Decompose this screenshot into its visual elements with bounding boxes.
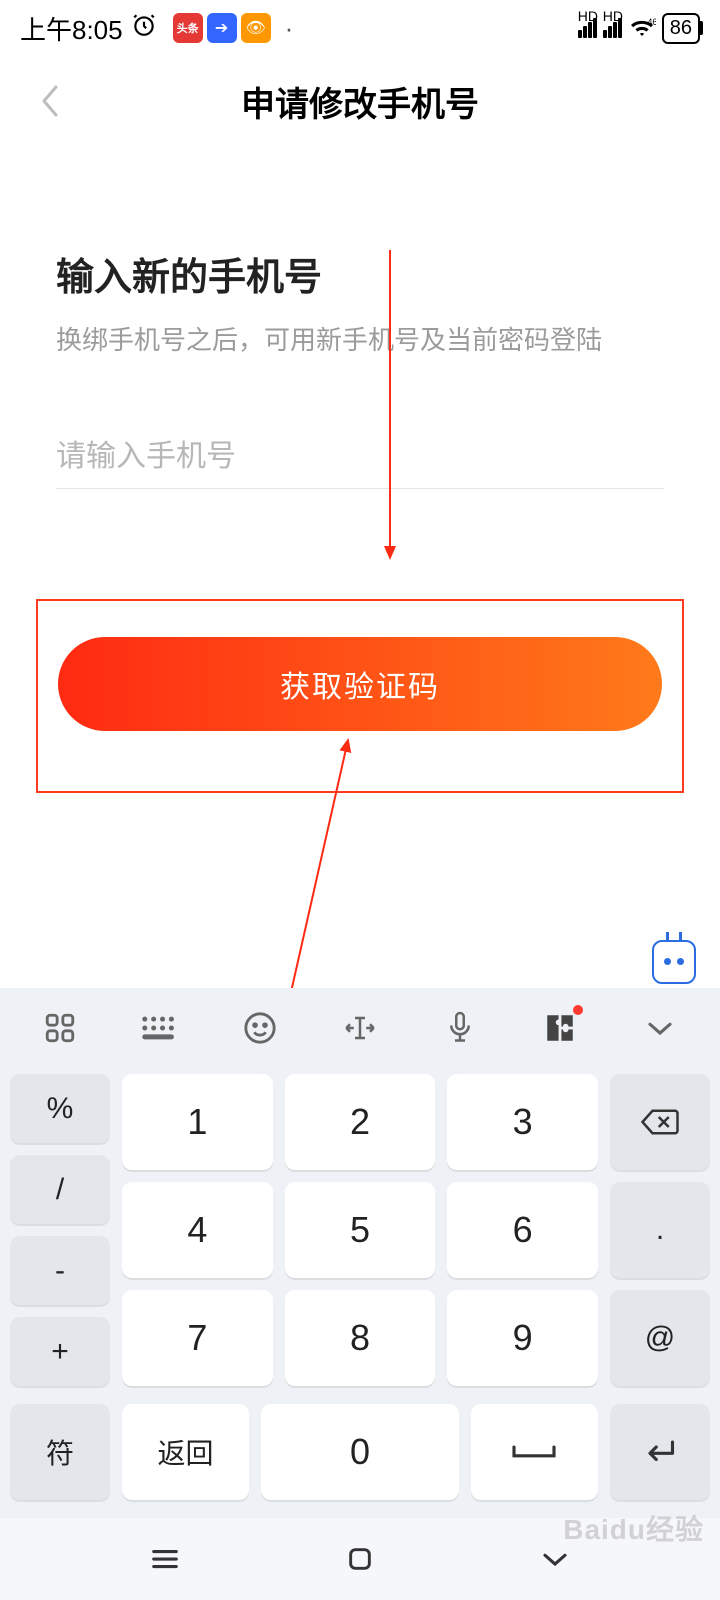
nav-header: 申请修改手机号 — [0, 56, 720, 146]
key-enter[interactable] — [610, 1404, 710, 1500]
system-nav-bar — [0, 1518, 720, 1600]
key-7[interactable]: 7 — [122, 1290, 273, 1386]
app-icon-weibo: 👁 — [241, 13, 271, 43]
recents-button[interactable] — [135, 1539, 195, 1579]
keyboard: % / - + 1 2 3 4 5 6 7 8 9 — [0, 988, 720, 1518]
keypad-grid: % / - + 1 2 3 4 5 6 7 8 9 — [0, 1068, 720, 1404]
annotation-box: 获取验证码 — [36, 599, 684, 793]
section-subtext: 换绑手机号之后，可用新手机号及当前密码登陆 — [56, 321, 664, 360]
phone-input-wrap — [56, 440, 664, 489]
keyboard-layout-icon[interactable] — [125, 1003, 195, 1053]
key-dot[interactable]: . — [610, 1182, 710, 1278]
ai-assistant-icon[interactable] — [652, 940, 696, 984]
key-space[interactable] — [471, 1404, 598, 1500]
wifi-icon: 46 — [628, 14, 656, 42]
emoji-icon[interactable] — [225, 1003, 295, 1053]
key-3[interactable]: 3 — [447, 1074, 598, 1170]
key-return[interactable]: 返回 — [122, 1404, 249, 1500]
keypad-bottom-row: 符 返回 0 — [0, 1404, 720, 1518]
battery-icon: 86 — [662, 13, 700, 44]
status-right: HD HD 46 86 — [578, 13, 700, 44]
key-backspace[interactable] — [610, 1074, 710, 1170]
status-time: 上午8:05 — [20, 10, 123, 47]
collapse-keyboard-icon[interactable] — [625, 1003, 695, 1053]
key-5[interactable]: 5 — [285, 1182, 436, 1278]
puzzle-icon[interactable] — [525, 1003, 595, 1053]
key-at[interactable]: @ — [610, 1290, 710, 1386]
apps-icon[interactable] — [25, 1003, 95, 1053]
app-icon-blue: ➔ — [207, 13, 237, 43]
alarm-icon — [131, 12, 157, 45]
signal-1: HD — [578, 18, 597, 38]
status-app-icons: 头条 ➔ 👁 — [173, 13, 271, 43]
section-heading: 输入新的手机号 — [56, 246, 664, 301]
signal-2: HD — [603, 18, 622, 38]
key-8[interactable]: 8 — [285, 1290, 436, 1386]
cursor-icon[interactable] — [325, 1003, 395, 1053]
phone-input[interactable] — [56, 440, 664, 474]
key-6[interactable]: 6 — [447, 1182, 598, 1278]
key-0[interactable]: 0 — [261, 1404, 459, 1500]
key-4[interactable]: 4 — [122, 1182, 273, 1278]
status-dot: · — [285, 13, 294, 44]
back-button[interactable] — [30, 81, 70, 121]
key-2[interactable]: 2 — [285, 1074, 436, 1170]
svg-text:46: 46 — [647, 17, 656, 27]
get-code-button[interactable]: 获取验证码 — [58, 637, 662, 731]
key-slash[interactable]: / — [10, 1155, 110, 1224]
key-percent[interactable]: % — [10, 1074, 110, 1143]
back-nav-button[interactable] — [525, 1539, 585, 1579]
status-bar: 上午8:05 头条 ➔ 👁 · HD HD 46 86 — [0, 0, 720, 56]
key-minus[interactable]: - — [10, 1236, 110, 1305]
page-title: 申请修改手机号 — [0, 77, 720, 126]
mic-icon[interactable] — [425, 1003, 495, 1053]
status-left: 上午8:05 头条 ➔ 👁 · — [20, 10, 293, 47]
home-button[interactable] — [330, 1539, 390, 1579]
keyboard-toolbar — [0, 988, 720, 1068]
key-symbols[interactable]: 符 — [10, 1404, 110, 1500]
app-icon-toutiao: 头条 — [173, 13, 203, 43]
content-area: 输入新的手机号 换绑手机号之后，可用新手机号及当前密码登陆 获取验证码 — [0, 146, 720, 793]
key-1[interactable]: 1 — [122, 1074, 273, 1170]
key-plus[interactable]: + — [10, 1317, 110, 1386]
key-9[interactable]: 9 — [447, 1290, 598, 1386]
